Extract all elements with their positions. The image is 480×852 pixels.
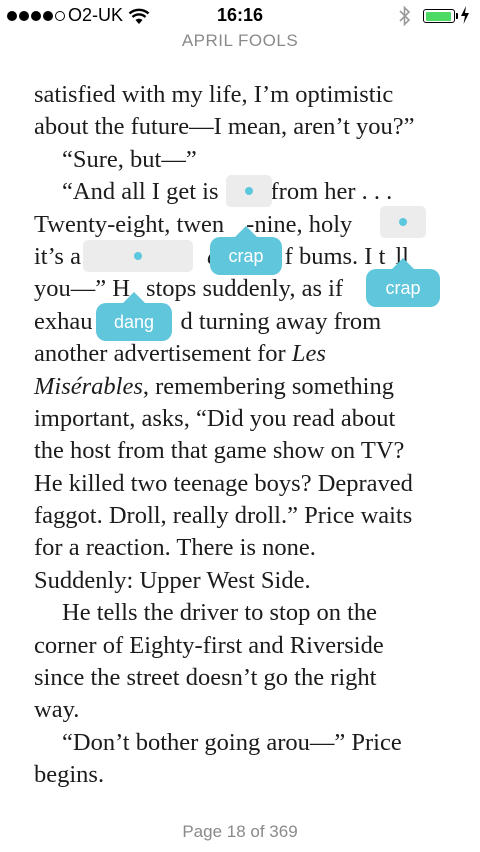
text-line: Suddenly: Upper West Side. [34,566,311,594]
text-line: begins. [34,761,105,789]
censored-word-2[interactable] [380,206,426,238]
battery-terminal [456,13,458,19]
battery-icon [423,9,455,23]
text-line: satisfied with my life, I’m optimistic [34,81,394,108]
replacement-bubble[interactable]: crap [366,258,440,307]
text-line: “Sure, but—” [62,145,197,173]
censor-marker-icon [245,187,253,195]
text-line: He tells the driver to stop on the [62,599,378,627]
censor-marker-icon [134,252,142,260]
text-line: important, asks, “Did you read about [34,404,396,432]
replacement-bubble[interactable]: crap [210,226,282,275]
status-bar: O2-UK 16:16 [0,0,480,30]
text-line: another advertisement for Les [34,340,326,368]
text-line: Misérables, remembering something [34,372,394,400]
censored-word-1[interactable] [226,175,272,207]
censor-marker-icon [399,218,407,226]
text-line: faggot. Droll, really droll.” Price wait… [34,502,413,530]
charging-bolt-icon [461,6,469,24]
censored-word-3[interactable] [83,240,193,272]
text-line: about the future—I mean, aren’t you?” [34,113,415,141]
text-line: for a reaction. There is none. [34,534,316,562]
text-line: corner of Eighty-first and Riverside [34,631,384,659]
text-line: since the street doesn’t go the right [34,664,377,692]
text-line: He killed two teenage boys? Depraved [34,469,413,497]
bluetooth-icon [399,5,411,27]
page-indicator: Page 18 of 369 [182,822,298,841]
text-line: way. [34,696,80,724]
text-line: the host from that game show on TV? [34,437,405,465]
replacement-bubble[interactable]: dang [96,292,172,341]
book-chapter-title: APRIL FOOLS [181,31,299,50]
text-line: “Don’t bother going arou—” Price [62,728,402,756]
